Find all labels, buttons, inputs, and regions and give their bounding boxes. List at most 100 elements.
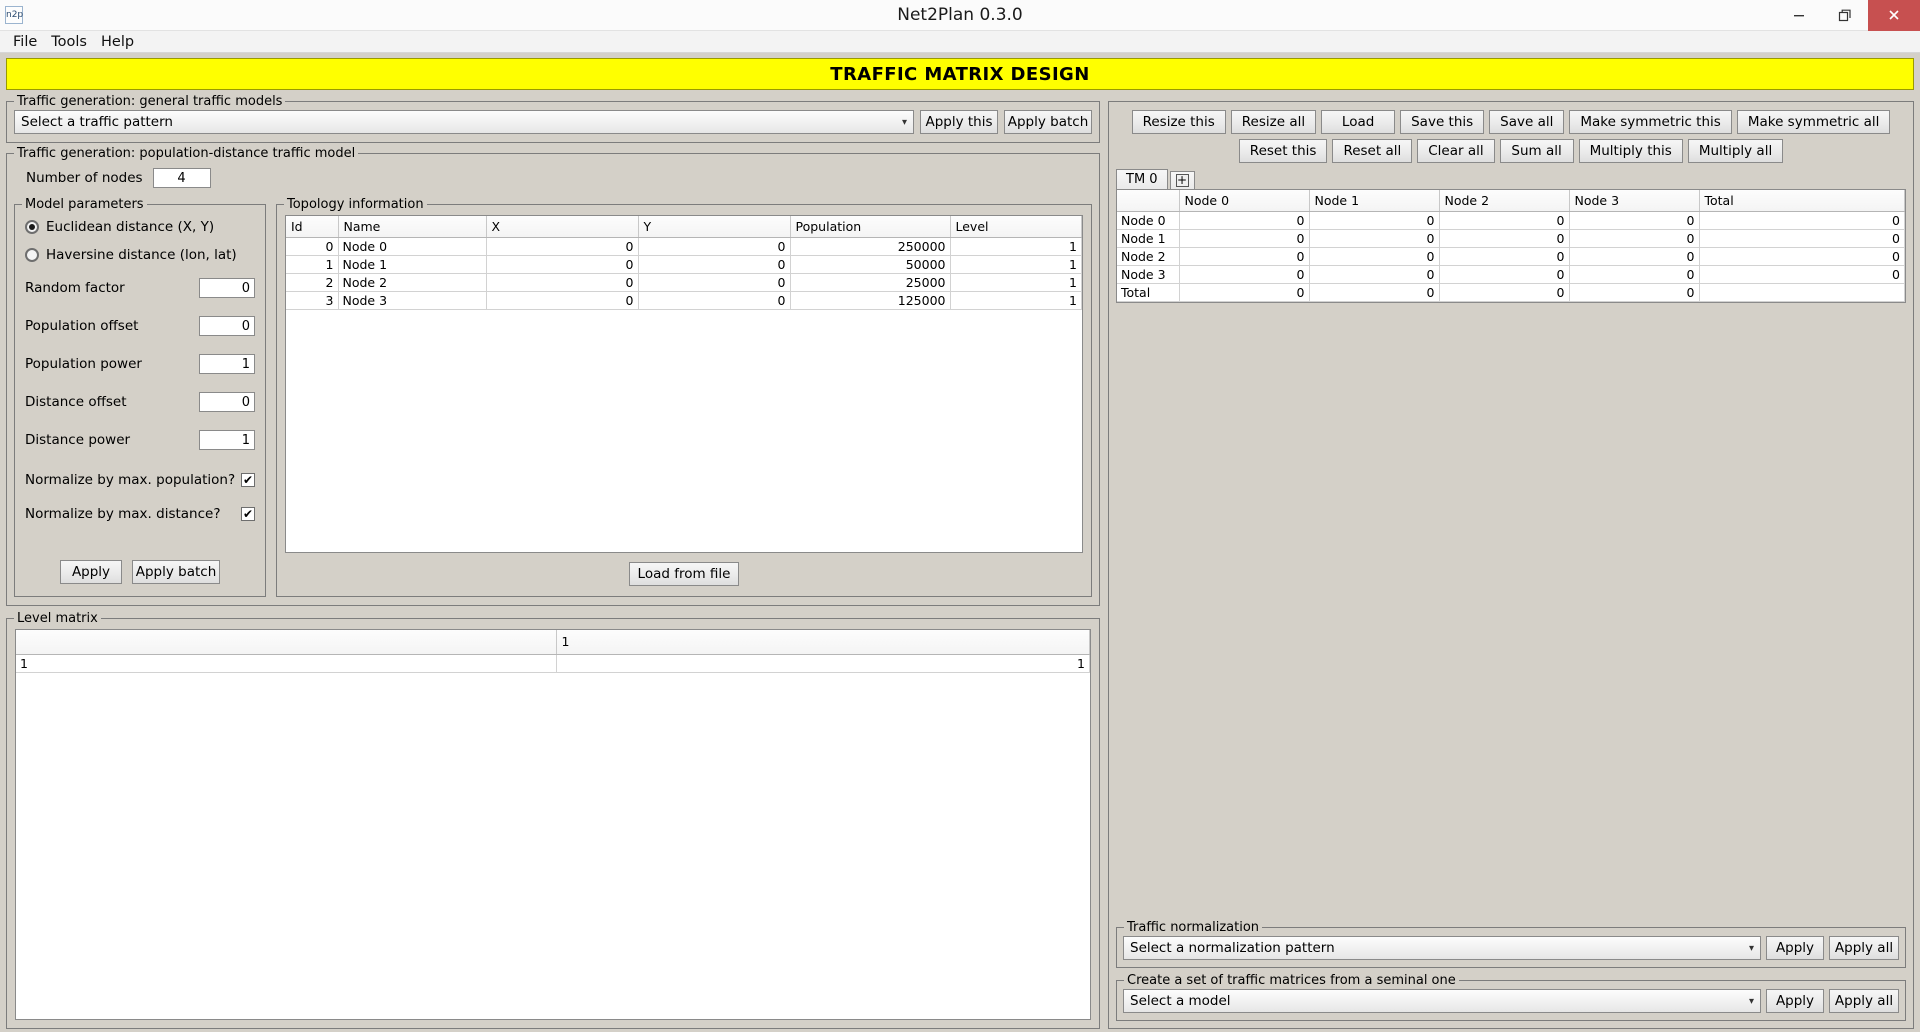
topology-cell[interactable]: Node 1 (338, 255, 487, 274)
level-matrix-cell[interactable]: 1 (16, 654, 557, 673)
matrix-cell[interactable]: 0 (1439, 229, 1570, 248)
save-all-button[interactable]: Save all (1489, 110, 1565, 134)
table-row[interactable]: 2 Node 2 0 0 25000 1 (286, 273, 1082, 292)
matrix-cell[interactable]: 0 (1179, 211, 1310, 230)
sum-all-button[interactable]: Sum all (1499, 139, 1574, 163)
population-offset-input[interactable]: 0 (199, 316, 255, 336)
multiply-this-button[interactable]: Multiply this (1578, 139, 1683, 163)
radio-euclidean[interactable]: Euclidean distance (X, Y) (25, 219, 255, 235)
topology-cell[interactable]: 0 (486, 273, 639, 292)
normalization-pattern-select[interactable]: Select a normalization pattern ▾ (1123, 936, 1761, 960)
matrix-col-blank[interactable] (1117, 190, 1180, 212)
restore-icon[interactable] (1822, 0, 1868, 31)
matrix-cell[interactable]: 0 (1699, 265, 1905, 284)
topology-cell[interactable]: 3 (286, 291, 339, 310)
matrix-col-node-1[interactable]: Node 1 (1309, 190, 1440, 212)
topology-col-id[interactable]: Id (286, 216, 339, 238)
table-row[interactable]: Node 100000 (1117, 229, 1905, 248)
matrix-col-node-2[interactable]: Node 2 (1439, 190, 1570, 212)
table-row[interactable]: 0 Node 0 0 0 250000 1 (286, 237, 1082, 256)
number-of-nodes-input[interactable]: 4 (152, 168, 211, 188)
random-factor-input[interactable]: 0 (199, 278, 255, 298)
menu-file[interactable]: File (6, 32, 44, 52)
topology-col-name[interactable]: Name (338, 216, 487, 238)
matrix-cell[interactable]: 0 (1309, 211, 1440, 230)
traffic-pattern-select[interactable]: Select a traffic pattern ▾ (14, 110, 914, 134)
topology-col-x[interactable]: X (486, 216, 639, 238)
topology-cell[interactable]: Node 0 (338, 237, 487, 256)
make-symmetric-all-button[interactable]: Make symmetric all (1736, 110, 1891, 134)
load-from-file-button[interactable]: Load from file (629, 562, 739, 586)
apply-this-button[interactable]: Apply this (920, 110, 998, 134)
menu-help[interactable]: Help (94, 32, 141, 52)
topology-cell[interactable]: 25000 (790, 273, 951, 292)
seminal-apply-button[interactable]: Apply (1766, 989, 1824, 1013)
topology-cell[interactable]: 1 (286, 255, 339, 274)
topology-cell[interactable]: 0 (486, 255, 639, 274)
reset-this-button[interactable]: Reset this (1238, 139, 1328, 163)
matrix-col-node-0[interactable]: Node 0 (1179, 190, 1310, 212)
multiply-all-button[interactable]: Multiply all (1687, 139, 1784, 163)
topology-cell[interactable]: 0 (286, 237, 339, 256)
model-apply-batch-button[interactable]: Apply batch (132, 560, 220, 584)
topology-col-y[interactable]: Y (638, 216, 791, 238)
matrix-cell[interactable]: 0 (1439, 265, 1570, 284)
normalize-distance-checkbox[interactable]: ✔ (241, 507, 255, 521)
topology-cell[interactable]: 1 (950, 237, 1082, 256)
topology-col-level[interactable]: Level (950, 216, 1082, 238)
topology-cell[interactable]: 1 (950, 255, 1082, 274)
matrix-cell[interactable]: 0 (1569, 229, 1700, 248)
normalization-apply-button[interactable]: Apply (1766, 936, 1824, 960)
matrix-cell[interactable]: 0 (1179, 247, 1310, 266)
table-row[interactable]: Total 0 0 0 0 (1117, 283, 1905, 302)
menu-tools[interactable]: Tools (44, 32, 94, 52)
close-icon[interactable] (1868, 0, 1920, 31)
topology-cell[interactable]: 1 (950, 273, 1082, 292)
matrix-cell[interactable]: 0 (1309, 283, 1440, 302)
seminal-apply-all-button[interactable]: Apply all (1829, 989, 1899, 1013)
matrix-col-node-3[interactable]: Node 3 (1569, 190, 1700, 212)
model-apply-button[interactable]: Apply (60, 560, 122, 584)
topology-cell[interactable]: 250000 (790, 237, 951, 256)
matrix-col-total[interactable]: Total (1699, 190, 1905, 212)
matrix-cell[interactable] (1699, 283, 1905, 302)
distance-offset-input[interactable]: 0 (199, 392, 255, 412)
topology-cell[interactable]: 0 (486, 237, 639, 256)
level-matrix-col[interactable]: 1 (556, 630, 1090, 655)
matrix-cell[interactable]: 0 (1439, 283, 1570, 302)
topology-cell[interactable]: 125000 (790, 291, 951, 310)
normalization-apply-all-button[interactable]: Apply all (1829, 936, 1899, 960)
make-symmetric-this-button[interactable]: Make symmetric this (1569, 110, 1732, 134)
population-power-input[interactable]: 1 (199, 354, 255, 374)
matrix-cell[interactable]: 0 (1439, 247, 1570, 266)
matrix-cell[interactable]: 0 (1439, 211, 1570, 230)
level-matrix-table[interactable]: 1 11 (15, 629, 1091, 1020)
table-row[interactable]: 11 (16, 654, 1090, 673)
matrix-cell[interactable]: 0 (1309, 265, 1440, 284)
table-row[interactable]: Node 300000 (1117, 265, 1905, 284)
topology-cell[interactable]: 0 (638, 255, 791, 274)
table-row[interactable]: 1 Node 1 0 0 50000 1 (286, 255, 1082, 274)
tab-tm-0[interactable]: TM 0 (1116, 169, 1168, 190)
matrix-cell[interactable]: 0 (1699, 229, 1905, 248)
minimize-icon[interactable] (1776, 0, 1822, 31)
matrix-cell[interactable]: 0 (1179, 229, 1310, 248)
save-this-button[interactable]: Save this (1400, 110, 1485, 134)
topology-cell[interactable]: 0 (638, 291, 791, 310)
matrix-cell[interactable]: 0 (1569, 211, 1700, 230)
topology-col-population[interactable]: Population (790, 216, 951, 238)
topology-cell[interactable]: 1 (950, 291, 1082, 310)
radio-haversine[interactable]: Haversine distance (lon, lat) (25, 247, 255, 263)
resize-this-button[interactable]: Resize this (1131, 110, 1226, 134)
resize-all-button[interactable]: Resize all (1230, 110, 1317, 134)
apply-batch-button[interactable]: Apply batch (1004, 110, 1092, 134)
matrix-cell[interactable]: 0 (1179, 283, 1310, 302)
reset-all-button[interactable]: Reset all (1332, 139, 1413, 163)
traffic-matrix-table[interactable]: Node 0 Node 1 Node 2 Node 3 Total Node 00000… (1116, 189, 1906, 303)
topology-cell[interactable]: 50000 (790, 255, 951, 274)
load-button[interactable]: Load (1321, 110, 1396, 134)
normalize-population-checkbox[interactable]: ✔ (241, 473, 255, 487)
matrix-cell[interactable]: 0 (1569, 247, 1700, 266)
topology-cell[interactable]: Node 3 (338, 291, 487, 310)
matrix-cell[interactable]: 0 (1179, 265, 1310, 284)
